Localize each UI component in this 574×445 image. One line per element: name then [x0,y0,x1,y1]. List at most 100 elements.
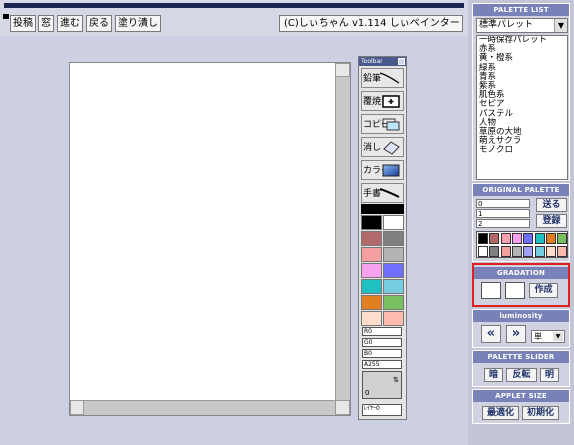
color-swatch[interactable] [361,231,382,246]
palette-select-value: 標準パレット [479,20,534,30]
toolbar-close-icon[interactable] [398,58,405,65]
forward-button[interactable]: 進む [57,15,83,32]
original-palette-swatch[interactable] [500,233,511,244]
optimize-button[interactable]: 最適化 [482,406,519,420]
vertical-scroll-thumb[interactable] [335,63,350,77]
color-swatch[interactable] [383,311,404,326]
palette-list[interactable]: 一時保存パレット 赤系 黄・橙系 緑系 青系 紫系 肌色系 セピア パステル 人物 草原の大地 萌えサ… [476,35,568,180]
original-palette-swatch[interactable] [489,233,500,244]
copy-rect-icon [382,118,400,131]
color-swatch[interactable] [383,247,404,262]
color-tool[interactable]: カラー [361,160,404,180]
darken-button[interactable]: 暗 [484,368,503,382]
palette-list-item[interactable]: モノクロ [479,146,567,155]
eraser-tool-label: 消し [363,143,382,153]
canvas-frame [69,62,351,416]
color-gradient-icon [382,164,400,177]
original-palette-swatch[interactable] [511,233,522,244]
original-field-1[interactable]: 1 [476,209,530,218]
create-gradation-button[interactable]: 作成 [529,283,558,298]
color-swatch[interactable] [383,231,404,246]
green-field[interactable]: G0 [362,338,402,347]
luminosity-box: luminosity « » 単 ▼ [472,309,570,348]
layer-field[interactable]: ﾚｲﾔｰ0 [362,404,402,416]
original-palette-swatch[interactable] [557,245,568,257]
palette-select[interactable]: 標準パレット ▼ [476,18,568,33]
corner-marker [3,14,9,19]
luminosity-mode-value: 単 [534,332,542,341]
palette-slider-box: PALETTE SLIDER 暗 反転 明 [472,350,570,387]
color-swatch[interactable] [361,263,382,278]
chevron-down-icon[interactable]: ▼ [554,19,567,32]
toolbar-title-text: Toolbar [361,58,383,65]
plus-box-icon [382,95,400,108]
palette-slider-title: PALETTE SLIDER [473,351,569,363]
alpha-field[interactable]: A255 [362,360,402,369]
freehand-tool[interactable]: 手書 [361,183,404,203]
color-swatch[interactable] [361,279,382,294]
color-swatch[interactable] [383,279,404,294]
color-swatch[interactable] [361,247,382,262]
original-palette-box: ORIGINAL PALETTE 0 1 2 送る 登録 [472,183,570,262]
toolbar-title: Toolbar [359,57,406,66]
original-palette-swatch[interactable] [545,245,556,257]
fill-button[interactable]: 塗り潰し [115,15,161,32]
color-swatch[interactable] [383,215,404,230]
original-field-2[interactable]: 2 [476,219,530,228]
color-swatch[interactable] [383,263,404,278]
register-button[interactable]: 登録 [536,214,567,228]
luminosity-mode-select[interactable]: 単 ▼ [531,330,565,343]
send-button[interactable]: 送る [536,198,567,212]
palette-list-box: PALETTE LIST 標準パレット ▼ 一時保存パレット 赤系 黄・橙系 緑系 青系… [472,3,570,181]
original-palette-swatch[interactable] [534,233,545,244]
color-swatch[interactable] [383,295,404,310]
lighten-button[interactable]: 明 [540,368,559,382]
eraser-icon [383,141,400,155]
original-palette-swatch[interactable] [478,233,488,244]
dodge-tool[interactable]: 覆焼 [361,91,404,111]
original-palette-swatch[interactable] [511,245,522,257]
red-field[interactable]: R0 [362,327,402,336]
applet-size-box: APPLET SIZE 最適化 初期化 [472,389,570,424]
gradation-end-swatch[interactable] [505,282,525,299]
post-button[interactable]: 投稿 [10,15,36,32]
original-palette-swatch[interactable] [557,233,568,244]
gradation-start-swatch[interactable] [481,282,501,299]
color-swatch[interactable] [361,311,382,326]
gradation-box: GRADATION 作成 [472,263,570,307]
original-palette-swatch[interactable] [489,245,500,257]
back-button[interactable]: 戻る [86,15,112,32]
original-palette-swatch[interactable] [478,245,488,257]
horizontal-scroll-thumb[interactable] [70,400,84,415]
window-button[interactable]: 窓 [38,15,54,32]
resize-corner[interactable] [335,400,350,415]
size-box[interactable]: 0 ⇅ [362,371,402,399]
original-palette-swatch[interactable] [534,245,545,257]
pencil-tool[interactable]: 鉛筆 [361,68,404,88]
blue-field[interactable]: B0 [362,349,402,358]
original-palette-grid [476,231,568,258]
luminosity-title: luminosity [473,310,569,322]
vertical-scrollbar[interactable] [335,63,350,401]
paint-stage: 投稿 窓 進む 戻る 塗り潰し (C)しぃちゃん v1.114 しぃペインター … [0,0,468,445]
eraser-tool[interactable]: 消し [361,137,404,157]
chevron-down-icon[interactable]: ▼ [553,332,563,341]
size-arrows-icon: ⇅ [393,376,399,384]
copy-tool[interactable]: コピー [361,114,404,134]
original-palette-swatch[interactable] [523,245,534,257]
color-swatch[interactable] [361,295,382,310]
copyright-label: (C)しぃちゃん v1.114 しぃペインター [279,15,463,32]
luminosity-down-button[interactable]: « [481,325,501,343]
top-toolbar: 投稿 窓 進む 戻る 塗り潰し (C)しぃちゃん v1.114 しぃペインター [0,0,468,36]
top-strip [4,3,464,8]
original-palette-swatch[interactable] [500,245,511,257]
reset-button[interactable]: 初期化 [522,406,559,420]
invert-button[interactable]: 反転 [506,368,537,382]
drawing-canvas[interactable] [70,63,336,401]
horizontal-scrollbar[interactable] [70,400,336,415]
luminosity-up-button[interactable]: » [506,325,526,343]
original-palette-swatch[interactable] [545,233,556,244]
color-swatch[interactable] [361,215,382,230]
original-field-0[interactable]: 0 [476,199,530,208]
original-palette-swatch[interactable] [523,233,534,244]
